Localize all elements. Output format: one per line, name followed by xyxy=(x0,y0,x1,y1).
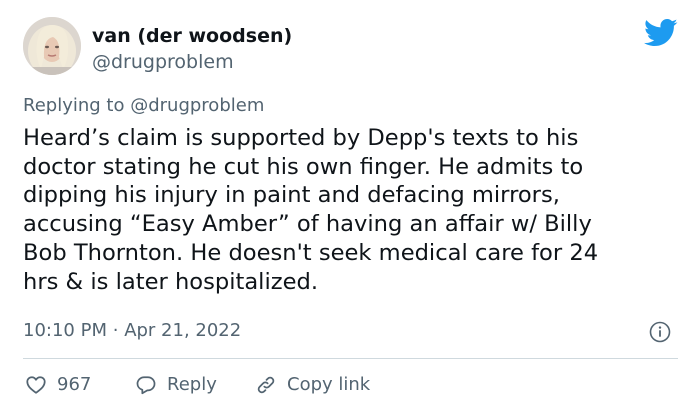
tweet-text-line: hrs & is later hospitalized. xyxy=(23,268,319,295)
like-count: 967 xyxy=(57,374,92,395)
info-icon[interactable] xyxy=(649,321,671,343)
replying-to-prefix: Replying to xyxy=(23,95,125,116)
display-name[interactable]: van (der woodsen) xyxy=(92,25,292,47)
copy-link-label: Copy link xyxy=(287,374,371,395)
tweet-text-line: accusing “Easy Amber” of having an affai… xyxy=(23,211,592,238)
tweet-text-line: doctor stating he cut his own finger. He… xyxy=(23,153,584,180)
tweet-text-line: Bob Thornton. He doesn't seek medical ca… xyxy=(23,239,599,266)
speech-bubble-icon xyxy=(135,374,157,396)
twitter-bird-icon[interactable] xyxy=(644,18,678,48)
avatar-photo xyxy=(23,17,81,75)
tweet-card: van (der woodsen) @drugproblem Replying … xyxy=(0,0,700,404)
meta-separator: · xyxy=(112,320,119,341)
replying-to: Replying to @drugproblem xyxy=(23,95,264,117)
tweet-time: 10:10 PM xyxy=(23,320,107,341)
tweet-date: Apr 21, 2022 xyxy=(124,320,242,341)
copy-link-button[interactable]: Copy link xyxy=(255,372,370,398)
author-handle[interactable]: @drugproblem xyxy=(92,51,234,73)
like-button[interactable]: 967 xyxy=(25,372,91,398)
tweet-text: Heard’s claim is supported by Depp's tex… xyxy=(23,124,683,296)
heart-icon xyxy=(25,374,47,396)
replying-to-mention[interactable]: @drugproblem xyxy=(130,95,264,116)
tweet-text-line: dipping his injury in paint and defacing… xyxy=(23,182,560,209)
avatar[interactable] xyxy=(23,17,81,75)
link-icon xyxy=(255,374,277,396)
tweet-text-line: Heard’s claim is supported by Depp's tex… xyxy=(23,125,579,151)
divider xyxy=(23,358,678,359)
reply-label: Reply xyxy=(167,374,217,395)
tweet-timestamp[interactable]: 10:10 PM · Apr 21, 2022 xyxy=(23,320,241,342)
reply-button[interactable]: Reply xyxy=(135,372,217,398)
